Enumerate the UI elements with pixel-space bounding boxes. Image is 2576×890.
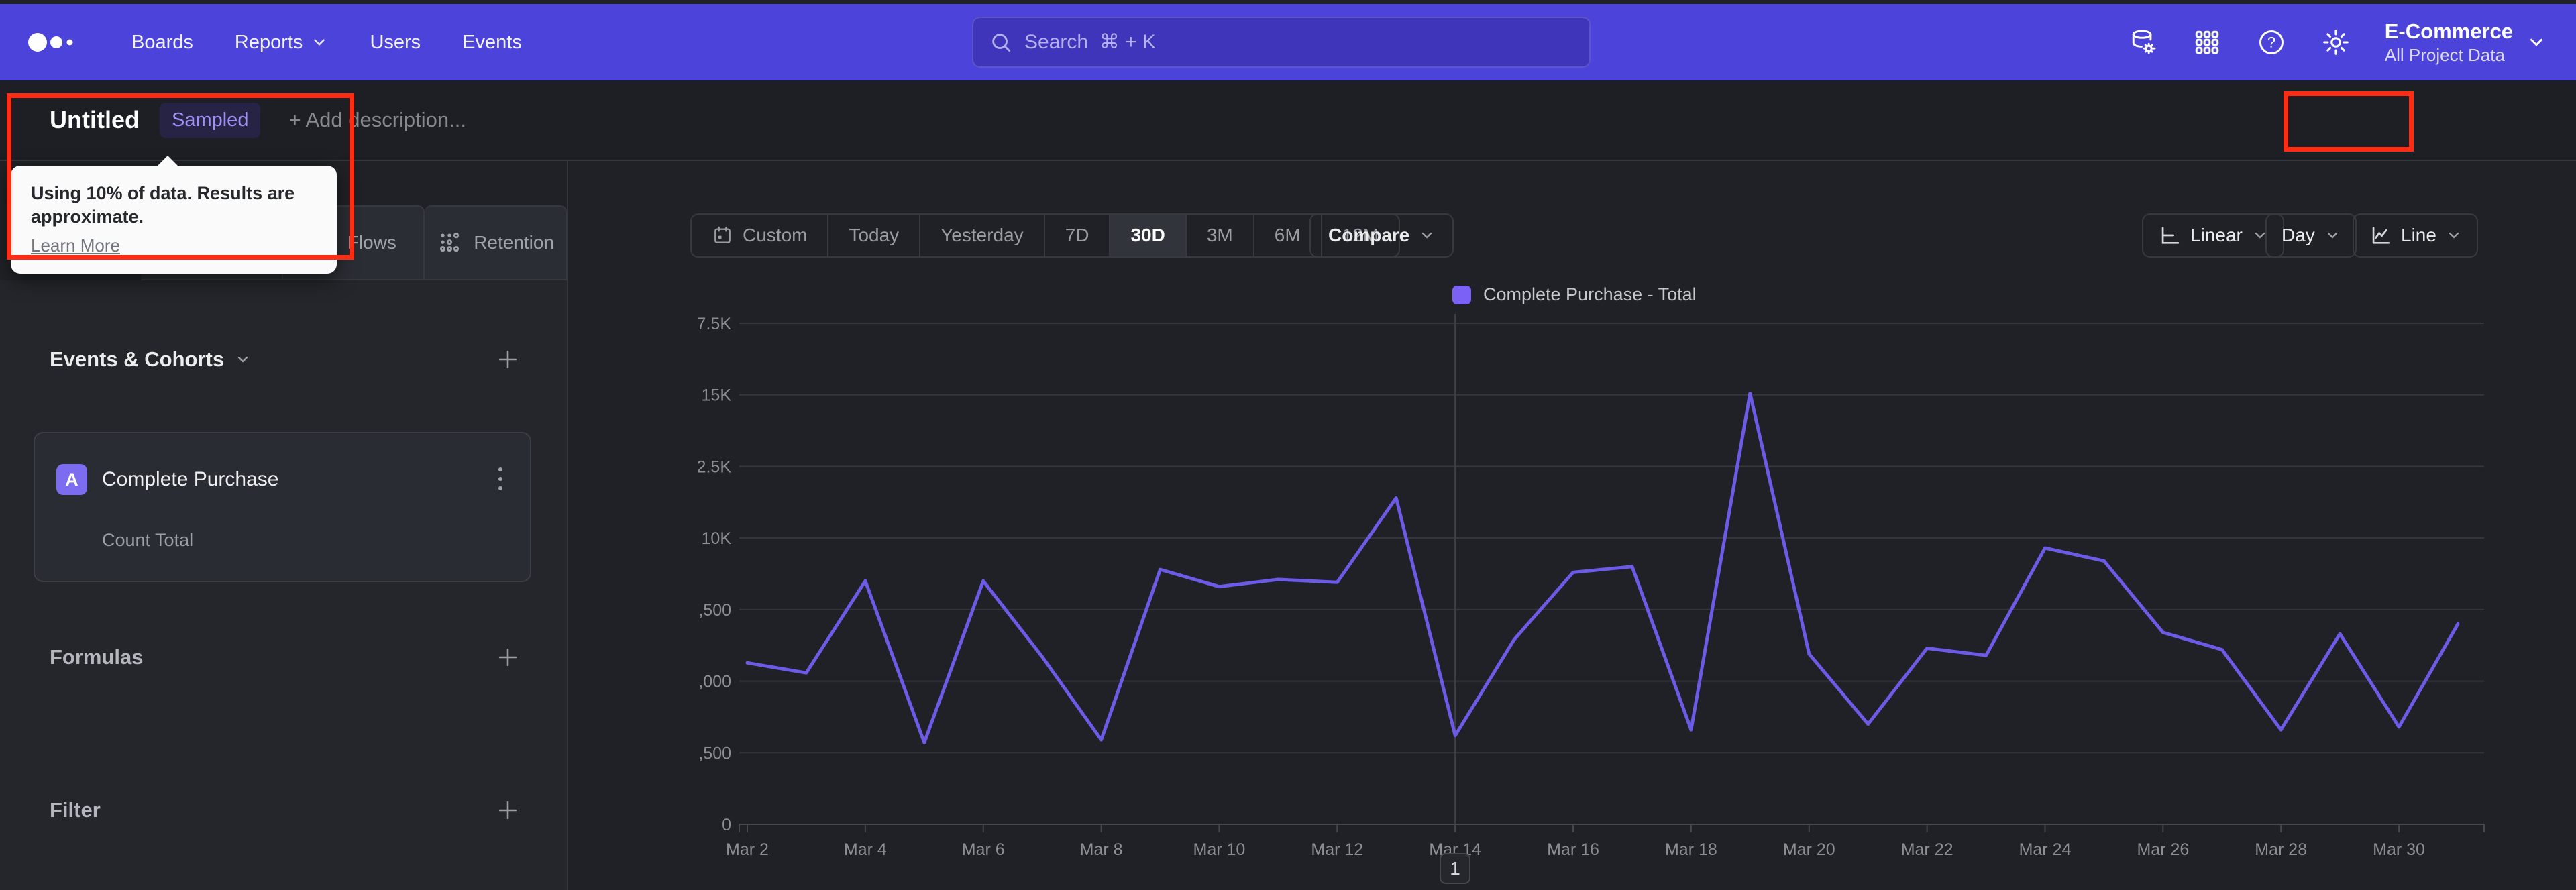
- svg-text:15K: 15K: [702, 386, 732, 405]
- top-navbar: Boards Reports Users Events Search ⌘ + K…: [0, 4, 2576, 80]
- search-input[interactable]: [1024, 31, 1573, 54]
- nav-item-label: Boards: [131, 31, 193, 53]
- event-series-badge: A: [56, 464, 87, 495]
- tab-label: Retention: [474, 232, 555, 253]
- add-event-button[interactable]: [493, 345, 523, 374]
- interval-dropdown[interactable]: Day: [2265, 213, 2357, 258]
- svg-text:5,000: 5,000: [698, 673, 731, 691]
- tooltip-arrow: [157, 156, 178, 166]
- apps-grid-icon[interactable]: [2192, 27, 2222, 58]
- add-formula-button[interactable]: [493, 643, 523, 672]
- svg-text:7,500: 7,500: [698, 601, 731, 620]
- learn-more-link[interactable]: Learn More: [31, 235, 120, 256]
- chart-module: Custom Today Yesterday 7D 30D 3M 6M 12M …: [568, 161, 2576, 890]
- scale-dropdown[interactable]: Linear: [2142, 213, 2284, 258]
- nav-item-events[interactable]: Events: [462, 32, 522, 54]
- linear-scale-icon: [2158, 224, 2181, 247]
- project-scope: All Project Data: [2384, 44, 2505, 65]
- data-management-icon[interactable]: [2127, 27, 2158, 58]
- event-title: Complete Purchase: [102, 468, 279, 490]
- svg-text:Mar 4: Mar 4: [844, 840, 887, 859]
- formulas-section: Formulas: [50, 643, 523, 672]
- chart-controls: Custom Today Yesterday 7D 30D 3M 6M 12M …: [568, 161, 2576, 279]
- chart-type-dropdown[interactable]: Line: [2353, 213, 2478, 258]
- nav-item-label: Reports: [234, 31, 303, 53]
- project-switcher[interactable]: E-Commerce All Project Data: [2385, 19, 2546, 66]
- chevron-down-icon: [311, 34, 328, 51]
- sampling-tooltip: Using 10% of data. Results are approxima…: [11, 156, 337, 274]
- mixpanel-logo-icon[interactable]: [27, 27, 83, 57]
- svg-text:Mar 22: Mar 22: [1901, 840, 1953, 859]
- nav-item-boards[interactable]: Boards: [131, 32, 193, 54]
- project-name: E-Commerce: [2384, 19, 2513, 44]
- svg-text:Mar 26: Mar 26: [2137, 840, 2189, 859]
- svg-text:Mar 30: Mar 30: [2373, 840, 2425, 859]
- svg-text:Mar 20: Mar 20: [1783, 840, 1835, 859]
- filter-label: Filter: [50, 798, 101, 822]
- kebab-menu-icon[interactable]: [487, 460, 514, 498]
- svg-text:Mar 2: Mar 2: [726, 840, 769, 859]
- calendar-icon: [712, 225, 733, 246]
- range-30d[interactable]: 30D: [1110, 215, 1187, 256]
- svg-text:Mar 18: Mar 18: [1665, 840, 1717, 859]
- events-cohorts-label[interactable]: Events & Cohorts: [50, 347, 251, 372]
- tab-label: Flows: [347, 232, 396, 253]
- search-icon: [989, 31, 1012, 54]
- formulas-label: Formulas: [50, 645, 144, 669]
- range-today[interactable]: Today: [828, 215, 921, 256]
- range-7d[interactable]: 7D: [1045, 215, 1111, 256]
- svg-text:Mar 12: Mar 12: [1311, 840, 1363, 859]
- add-description[interactable]: + Add description...: [288, 108, 466, 132]
- line-chart-icon: [2369, 224, 2392, 247]
- svg-text:10K: 10K: [702, 529, 732, 548]
- chevron-down-icon: [2324, 227, 2341, 243]
- svg-text:Mar 10: Mar 10: [1193, 840, 1246, 859]
- svg-text:Mar 16: Mar 16: [1547, 840, 1599, 859]
- nav-item-users[interactable]: Users: [370, 32, 421, 54]
- nav-item-label: Users: [370, 31, 421, 53]
- settings-gear-icon[interactable]: [2320, 27, 2351, 58]
- svg-text:Mar 8: Mar 8: [1080, 840, 1123, 859]
- events-cohorts-header: Events & Cohorts: [50, 345, 523, 374]
- svg-text:0: 0: [722, 816, 731, 834]
- nav-item-reports[interactable]: Reports: [235, 32, 329, 54]
- svg-text:17.5K: 17.5K: [698, 315, 731, 333]
- tab-retention[interactable]: Retention: [425, 205, 567, 280]
- date-range-segmented-control: Custom Today Yesterday 7D 30D 3M 6M 12M: [690, 213, 1401, 258]
- global-search[interactable]: [972, 17, 1591, 68]
- retention-icon: [436, 229, 463, 256]
- add-filter-button[interactable]: [493, 795, 523, 825]
- report-header: Untitled Sampled + Add description...: [0, 80, 2576, 161]
- filter-section: Filter: [50, 795, 523, 825]
- report-title[interactable]: Untitled: [50, 106, 140, 134]
- sidebar-panel: Events & Cohorts A Complete Purchase Cou…: [0, 280, 567, 890]
- help-icon[interactable]: ?: [2256, 27, 2287, 58]
- svg-text:?: ?: [2267, 34, 2275, 51]
- sampled-badge[interactable]: Sampled: [159, 102, 261, 138]
- mixpanel-insights-app: Boards Reports Users Events Search ⌘ + K…: [0, 0, 2576, 890]
- svg-text:Mar 24: Mar 24: [2019, 840, 2072, 859]
- pagination-page-1[interactable]: 1: [1440, 853, 1470, 884]
- event-measurement[interactable]: Count Total: [102, 530, 193, 551]
- svg-text:Mar 6: Mar 6: [962, 840, 1005, 859]
- insights-line-chart[interactable]: 0 2,500 5,000 7,500 10K 12.5K 15K 17.5K Mar 2 Mar…: [698, 295, 2509, 885]
- range-custom[interactable]: Custom: [692, 215, 829, 256]
- nav-item-label: Events: [462, 31, 522, 53]
- event-card-complete-purchase[interactable]: A Complete Purchase Count Total: [34, 432, 531, 582]
- compare-dropdown[interactable]: Compare: [1309, 213, 1454, 258]
- svg-text:2,500: 2,500: [698, 744, 731, 763]
- chevron-down-icon: [2526, 32, 2546, 52]
- svg-text:Mar 28: Mar 28: [2255, 840, 2307, 859]
- chevron-down-icon: [2446, 227, 2462, 243]
- tooltip-text: Using 10% of data. Results are approxima…: [31, 183, 295, 227]
- range-yesterday[interactable]: Yesterday: [920, 215, 1045, 256]
- svg-text:12.5K: 12.5K: [698, 457, 731, 476]
- chevron-down-icon: [1419, 227, 1435, 243]
- chevron-down-icon: [235, 351, 251, 368]
- range-3m[interactable]: 3M: [1187, 215, 1254, 256]
